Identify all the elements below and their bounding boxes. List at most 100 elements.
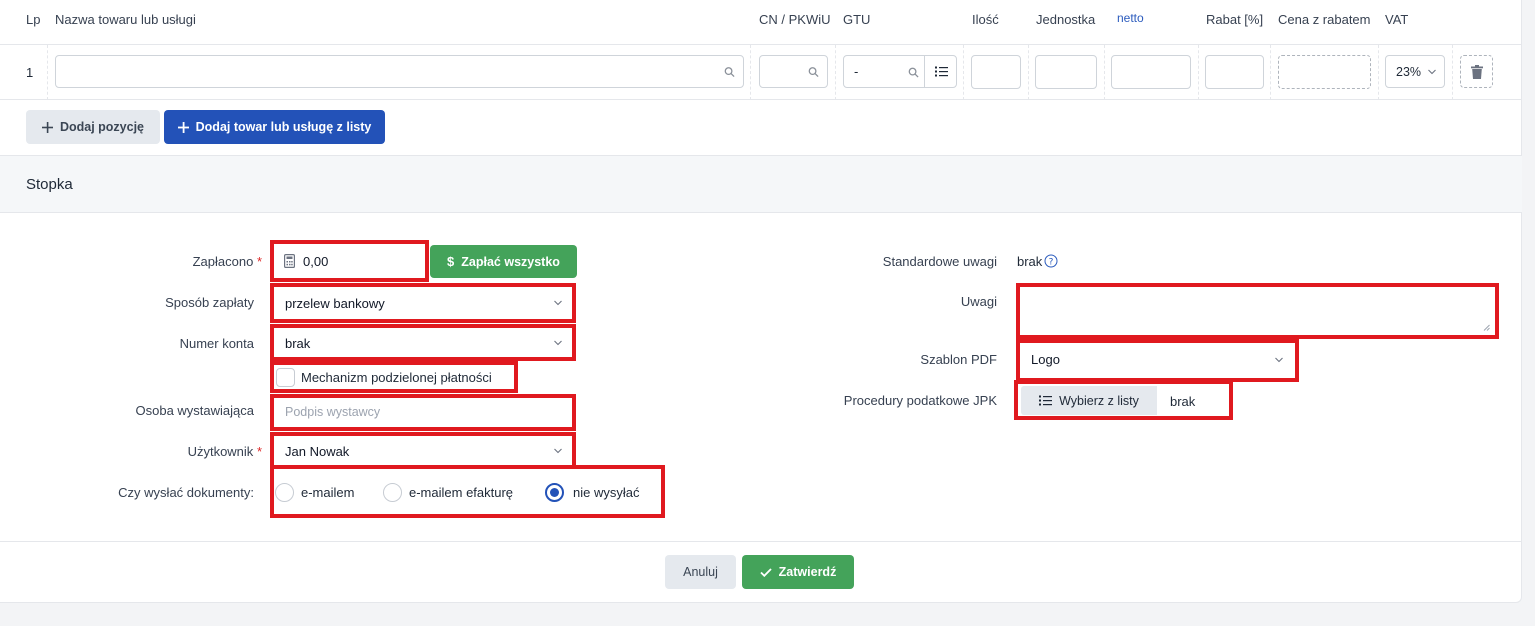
send-efaktura-radio[interactable] <box>383 483 402 502</box>
col-sep <box>1198 45 1199 100</box>
user-label-text: Użytkownik <box>187 444 254 459</box>
col-sep <box>1452 45 1453 100</box>
col-header-vat: VAT <box>1385 12 1409 27</box>
pdf-template-value: Logo <box>1031 352 1060 367</box>
invoice-form-card: Lp Nazwa towaru lub usługi CN / PKWiU GT… <box>0 0 1522 603</box>
vat-value: 23% <box>1396 65 1422 79</box>
split-payment-checkbox[interactable] <box>276 368 295 387</box>
jpk-label: Procedury podatkowe JPK <box>843 393 997 408</box>
confirm-label: Zatwierdź <box>778 565 837 579</box>
dollar-icon: $ <box>447 254 455 269</box>
table-bottom-divider <box>0 99 1522 100</box>
issuer-label: Osoba wystawiająca <box>135 403 255 418</box>
gtu-input[interactable]: - <box>843 55 957 88</box>
col-header-price-discount: Cena z rabatem <box>1278 12 1371 27</box>
section-title: Stopka <box>26 176 73 193</box>
col-sep <box>1378 45 1379 100</box>
account-number-select[interactable]: brak <box>275 329 570 357</box>
chevron-down-icon <box>554 448 562 454</box>
col-sep <box>1270 45 1271 100</box>
trash-icon <box>1470 64 1483 79</box>
required-mark: * <box>256 254 262 269</box>
jpk-value: brak <box>1170 394 1196 409</box>
search-icon <box>808 66 819 77</box>
payment-method-label: Sposób zapłaty <box>165 295 254 310</box>
col-header-qty: Ilość <box>972 12 999 27</box>
row-lp: 1 <box>26 65 34 80</box>
split-payment-label: Mechanizm podzielonej płatności <box>301 370 492 385</box>
actions-divider <box>0 541 1522 542</box>
payment-method-value: przelew bankowy <box>285 295 385 311</box>
quantity-input[interactable] <box>971 55 1021 89</box>
cancel-label: Anuluj <box>683 565 718 579</box>
notes-label: Uwagi <box>960 294 997 309</box>
notes-textarea[interactable] <box>1021 288 1492 333</box>
price-discount-input[interactable] <box>1278 55 1371 89</box>
plus-icon <box>177 121 189 133</box>
col-sep <box>1028 45 1029 100</box>
col-sep <box>750 45 751 100</box>
add-from-list-label: Dodaj towar lub usługę z listy <box>195 120 372 134</box>
pdf-template-label: Szablon PDF <box>920 352 997 367</box>
gtu-list-button[interactable] <box>924 56 956 87</box>
cancel-button[interactable]: Anuluj <box>665 555 736 589</box>
standard-notes-label: Standardowe uwagi <box>882 254 997 269</box>
no-send-radio[interactable] <box>545 483 564 502</box>
user-select[interactable]: Jan Nowak <box>275 437 570 465</box>
plus-icon <box>41 121 53 133</box>
send-email-label: e-mailem <box>301 485 355 500</box>
add-position-button[interactable]: Dodaj pozycję <box>26 110 160 144</box>
col-header-unit: Jednostka <box>1036 12 1096 27</box>
chevron-down-icon <box>1428 69 1436 74</box>
unit-input[interactable] <box>1035 55 1097 89</box>
cn-pkwiu-input[interactable] <box>759 55 828 88</box>
vat-select[interactable]: 23% <box>1385 55 1445 88</box>
col-sep <box>835 45 836 100</box>
paid-value: 0,00 <box>303 254 329 269</box>
gtu-value: - <box>854 64 859 79</box>
user-value: Jan Nowak <box>285 443 350 459</box>
col-header-lp: Lp <box>26 12 41 27</box>
discount-input[interactable] <box>1205 55 1264 89</box>
add-position-label: Dodaj pozycję <box>59 120 145 134</box>
issuer-placeholder: Podpis wystawcy <box>285 405 381 419</box>
col-header-cn: CN / PKWiU <box>759 12 831 27</box>
chevron-down-icon <box>1275 357 1283 362</box>
footer-section-header: Stopka <box>0 155 1522 213</box>
col-sep <box>963 45 964 100</box>
no-send-label: nie wysyłać <box>573 485 640 500</box>
check-icon <box>760 567 772 577</box>
col-header-name: Nazwa towaru lub usługi <box>55 12 196 27</box>
delete-row-button[interactable] <box>1460 55 1493 88</box>
paid-input[interactable]: 0,00 <box>275 245 423 278</box>
netto-input[interactable] <box>1111 55 1191 89</box>
help-icon[interactable]: ? <box>1044 254 1058 268</box>
account-number-label: Numer konta <box>179 336 254 351</box>
add-from-list-button[interactable]: Dodaj towar lub usługę z listy <box>164 110 385 144</box>
send-efaktura-label: e-mailem efakturę <box>409 485 514 500</box>
product-name-input[interactable] <box>55 55 744 88</box>
col-sep <box>47 45 48 100</box>
required-mark: * <box>256 444 262 459</box>
pay-all-button[interactable]: $ Zapłać wszystko <box>430 245 577 278</box>
list-icon <box>935 66 948 77</box>
user-label: Użytkownik * <box>188 444 262 459</box>
confirm-button[interactable]: Zatwierdź <box>742 555 854 589</box>
send-email-radio[interactable] <box>275 483 294 502</box>
search-icon <box>908 67 919 78</box>
pdf-template-select[interactable]: Logo <box>1021 344 1291 375</box>
issuer-input[interactable]: Podpis wystawcy <box>275 398 570 426</box>
chevron-down-icon <box>554 340 562 346</box>
resize-handle-icon[interactable] <box>1483 324 1490 331</box>
col-header-discount: Rabat [%] <box>1206 12 1264 27</box>
jpk-choose-button[interactable]: Wybierz z listy <box>1021 386 1157 415</box>
col-header-netto[interactable]: netto <box>1117 11 1144 25</box>
paid-label: Zapłacono * <box>193 254 262 269</box>
col-header-gtu: GTU <box>843 12 871 27</box>
jpk-choose-label: Wybierz z listy <box>1059 393 1139 408</box>
svg-text:?: ? <box>1049 258 1054 268</box>
account-number-value: brak <box>285 335 311 351</box>
standard-notes-value: brak <box>1017 254 1043 269</box>
pay-all-label: Zapłać wszystko <box>461 254 560 269</box>
payment-method-select[interactable]: przelew bankowy <box>275 287 570 319</box>
